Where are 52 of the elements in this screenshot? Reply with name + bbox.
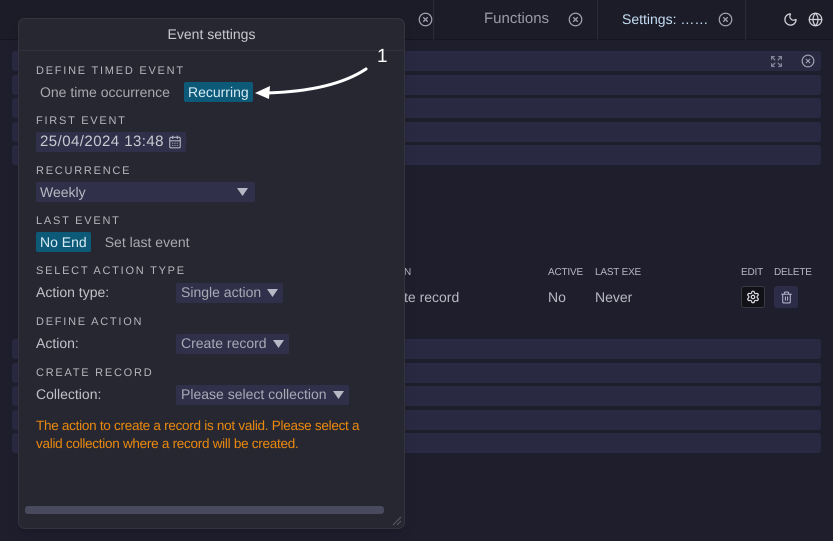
tab[interactable]: Settings: ……: [597, 0, 745, 40]
table-cell-text: te record: [404, 288, 460, 306]
tab-label: Functions: [484, 9, 550, 30]
close-icon[interactable]: [568, 12, 583, 27]
dialog-title: Event settings: [168, 25, 256, 44]
close-icon[interactable]: [418, 12, 433, 27]
dropdown-select[interactable]: Create record: [176, 334, 289, 354]
column-header: EDIT: [741, 266, 764, 280]
delete-button[interactable]: [774, 286, 798, 308]
table-cell-text: No: [548, 288, 567, 306]
tab-label: Settings: ……: [622, 10, 708, 29]
caret-icon: [272, 340, 284, 348]
annotation-number: 1: [377, 46, 388, 68]
close-icon[interactable]: [718, 12, 733, 27]
section-heading: RECURRENCE: [36, 164, 132, 178]
close-icon[interactable]: [801, 54, 815, 68]
column-header: N: [404, 266, 412, 280]
section-heading: DEFINE TIMED EVENT: [36, 64, 186, 78]
field-label: Action:: [36, 334, 80, 353]
column-header: DELETE: [774, 266, 813, 280]
option-toggle[interactable]: One time occurrence: [36, 82, 174, 102]
resize-grip-icon[interactable]: [392, 516, 402, 526]
section-heading: FIRST EVENT: [36, 114, 128, 128]
scrollbar[interactable]: [25, 506, 384, 514]
section-heading: CREATE RECORD: [36, 366, 154, 380]
date-field[interactable]: 25/04/2024 13:48: [36, 132, 186, 152]
field-label: Action type:: [36, 283, 110, 302]
caret-icon: [332, 390, 344, 398]
expand-icon[interactable]: [770, 54, 783, 68]
field-label: Collection:: [36, 385, 102, 404]
dark-mode-icon[interactable]: [783, 12, 798, 27]
calendar-icon: [168, 135, 182, 149]
caret-icon: [267, 288, 278, 296]
edit-button[interactable]: [741, 286, 765, 308]
section-heading: LAST EVENT: [36, 214, 122, 228]
column-header: LAST EXE: [595, 266, 642, 280]
section-heading: DEFINE ACTION: [36, 315, 144, 329]
table-cell-text: Never: [595, 288, 634, 306]
error-message: The action to create a record is not valid. Please select a valid collection where a record will be created.: [36, 417, 360, 453]
gear-icon: [746, 290, 760, 304]
caret-icon: [237, 188, 248, 196]
language-icon[interactable]: [808, 12, 823, 27]
tab[interactable]: Functions: [433, 0, 597, 40]
dropdown-select[interactable]: Please select collection: [176, 384, 349, 404]
column-header: ACTIVE: [548, 266, 584, 280]
dropdown-select[interactable]: Single action: [176, 282, 284, 302]
option-toggle[interactable]: Recurring: [184, 82, 253, 102]
option-toggle[interactable]: Set last event: [100, 232, 194, 252]
option-toggle[interactable]: No End: [36, 232, 91, 252]
trash-icon: [780, 290, 792, 304]
section-heading: SELECT ACTION TYPE: [36, 264, 187, 278]
recurrence-select[interactable]: Weekly: [36, 182, 255, 202]
